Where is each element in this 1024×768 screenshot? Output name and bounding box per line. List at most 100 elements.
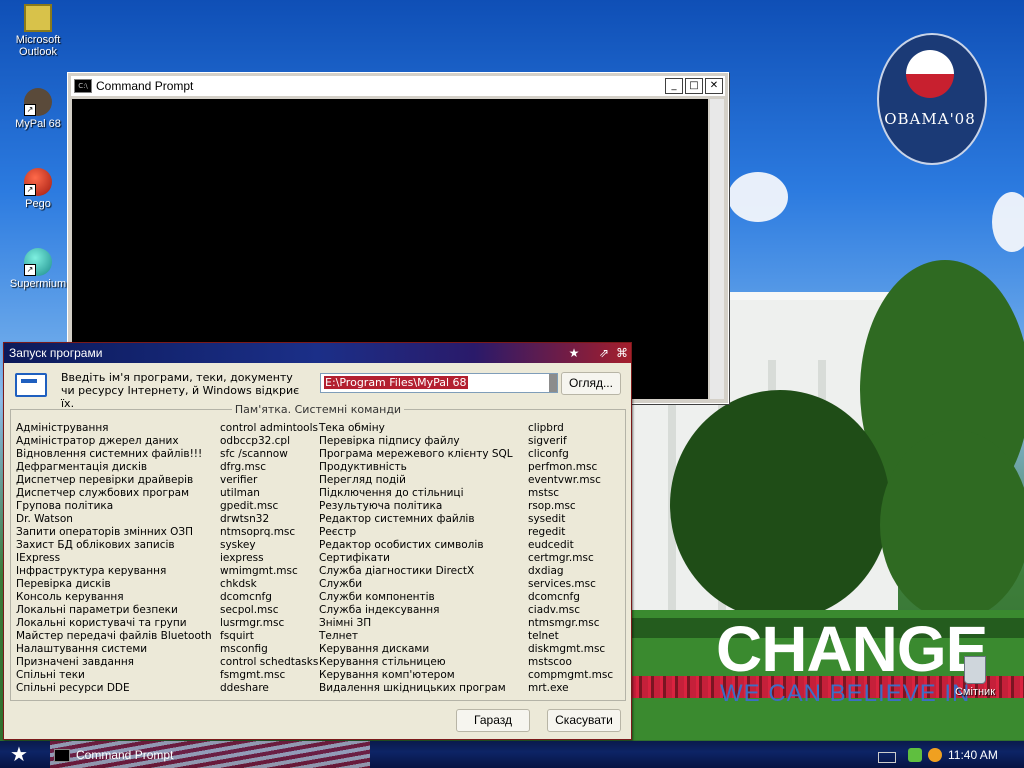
memo-item-command: iexpress — [220, 552, 264, 564]
memo-item-command: cliconfg — [528, 448, 569, 460]
memo-item-command: sysedit — [528, 513, 566, 525]
memo-item-command: certmgr.msc — [528, 552, 594, 564]
dropdown-handle[interactable] — [549, 374, 557, 392]
maximize-button[interactable]: □ — [685, 78, 703, 94]
keyboard-icon[interactable] — [878, 752, 896, 763]
memo-item-name: Служби — [319, 578, 363, 590]
memo-item-name: Результуюча політика — [319, 500, 443, 512]
memo-item-name: Перевірка дисків — [16, 578, 111, 590]
memo-item-name: Майстер передачі файлів Bluetooth — [16, 630, 212, 642]
memo-item-command: sigverif — [528, 435, 567, 447]
memo-item-command: diskmgmt.msc — [528, 643, 606, 655]
memo-item-name: Консоль керування — [16, 591, 124, 603]
memo-item-name: Спільні ресурси DDE — [16, 682, 130, 694]
cmd-titlebar[interactable]: C:\ Command Prompt _ □ ✕ — [71, 76, 725, 96]
desktop-icon-pego[interactable]: ↗ Pego — [3, 168, 73, 210]
cmd-scrollbar[interactable] — [710, 99, 724, 399]
memo-item-name: Dr. Watson — [16, 513, 73, 525]
minimize-button[interactable]: _ — [665, 78, 683, 94]
desktop-icon-mypal[interactable]: ↗ MyPal 68 — [3, 88, 73, 130]
browse-button[interactable]: Огляд... — [561, 372, 621, 395]
search-icon[interactable] — [928, 748, 942, 762]
tree — [880, 430, 1024, 620]
taskbar-item-command-prompt[interactable]: Command Prompt — [50, 745, 300, 765]
memo-item-name: Редактор особистих символів — [319, 539, 484, 551]
memo-item-command: eudcedit — [528, 539, 574, 551]
desktop-icon-label: Microsoft Outlook — [15, 34, 61, 58]
column-names-1: Адміністрування Адміністратор джерел дани… — [16, 422, 212, 695]
run-title: Запуск програми — [9, 346, 103, 360]
memo-item-name: Програма мережевого клієнту SQL — [319, 448, 513, 460]
memo-item-name: Видалення шкідницьких програм — [319, 682, 506, 694]
memo-item-name: Служба індексування — [319, 604, 440, 616]
memo-item-name: Локальні користувачі та групи — [16, 617, 187, 629]
memo-item-command: ntmsoprq.msc — [220, 526, 296, 538]
mypal-icon: ↗ — [24, 88, 52, 116]
memo-item-command: dcomcnfg — [528, 591, 580, 603]
memo-item-command: compmgmt.msc — [528, 669, 614, 681]
pin-icon[interactable]: ⇗ — [595, 346, 613, 360]
memo-item-command: mrt.exe — [528, 682, 569, 694]
memo-item-command: utilman — [220, 487, 260, 499]
memo-item-name: Служби компонентів — [319, 591, 435, 603]
memo-item-command: control schedtasks — [220, 656, 319, 668]
run-command-input[interactable]: E:\Program Files\MyPal 68 — [320, 373, 558, 393]
column-commands-2: clipbrd sigverif cliconfg perfmon.msc eventv… — [528, 422, 613, 695]
memo-item-name: Диспетчер перевірки драйверів — [16, 474, 194, 486]
memo-item-name: IExpress — [16, 552, 61, 564]
cloud — [992, 192, 1024, 252]
memo-item-name: Спільні теки — [16, 669, 85, 681]
memo-item-command: ciadv.msc — [528, 604, 580, 616]
taskbar-item-label: Command Prompt — [76, 748, 174, 762]
desktop-icon-label: Смітник — [954, 686, 996, 698]
memo-item-name: Керування комп'ютером — [319, 669, 455, 681]
memo-item-command: clipbrd — [528, 422, 564, 434]
desktop-icon-supermium[interactable]: ↗ Supermium — [3, 248, 73, 290]
memo-item-command: dfrg.msc — [220, 461, 266, 473]
memo-item-command: fsmgmt.msc — [220, 669, 286, 681]
memo-item-name: Призначені завдання — [16, 656, 134, 668]
memo-item-name: Інфраструктура керування — [16, 565, 167, 577]
column-commands-1: control admintools odbccp32.cpl sfc /scann… — [220, 422, 318, 695]
memo-item-command: wmimgmt.msc — [220, 565, 298, 577]
shortcut-arrow-icon: ↗ — [24, 184, 36, 196]
memo-item-name: Диспетчер службових програм — [16, 487, 190, 499]
desktop-icon-outlook[interactable]: Microsoft Outlook — [3, 4, 73, 58]
memo-item-name: Локальні параметри безпеки — [16, 604, 178, 616]
run-dialog[interactable]: Запуск програми ★ ⇗ ⌘ Введіть ім'я прогр… — [3, 342, 632, 740]
start-button[interactable]: ★ — [6, 743, 32, 765]
desktop-icon-label: MyPal 68 — [15, 118, 61, 130]
run-icon — [15, 373, 47, 397]
memo-item-command: telnet — [528, 630, 559, 642]
memo-item-command: ntmsmgr.msc — [528, 617, 600, 629]
memo-item-name: Знімні ЗП — [319, 617, 372, 629]
memo-item-command: verifier — [220, 474, 258, 486]
shortcut-arrow-icon: ↗ — [24, 104, 36, 116]
memo-item-name: Перевірка підпису файлу — [319, 435, 460, 447]
cmd-icon: C:\ — [74, 79, 92, 93]
close-icon[interactable]: ⌘ — [613, 346, 631, 360]
change-tagline: WE CAN BELIEVE IN — [720, 680, 971, 707]
memo-item-command: odbccp32.cpl — [220, 435, 291, 447]
network-icon[interactable] — [908, 748, 922, 762]
pego-icon: ↗ — [24, 168, 52, 196]
desktop-icon-recycle-bin[interactable]: Смітник — [940, 656, 1010, 698]
run-titlebar[interactable]: Запуск програми ★ ⇗ ⌘ — [4, 343, 631, 363]
memo-item-command: dxdiag — [528, 565, 564, 577]
memo-item-command: syskey — [220, 539, 256, 551]
memo-item-name: Продуктивність — [319, 461, 407, 473]
memo-item-command: ddeshare — [220, 682, 269, 694]
memo-item-command: lusrmgr.msc — [220, 617, 285, 629]
memo-item-command: mstscoo — [528, 656, 572, 668]
cmd-icon — [54, 748, 70, 762]
memo-item-command: secpol.msc — [220, 604, 279, 616]
memo-item-name: Дефрагментація дисків — [16, 461, 148, 473]
memo-item-name: Керування дисками — [319, 643, 430, 655]
cancel-button[interactable]: Скасувати — [547, 709, 621, 732]
ok-button[interactable]: Гаразд — [456, 709, 530, 732]
clock[interactable]: 11:40 AM — [948, 748, 998, 762]
memo-item-command: msconfig — [220, 643, 268, 655]
memo-item-name: Адміністрування — [16, 422, 109, 434]
memo-item-command: regedit — [528, 526, 566, 538]
close-button[interactable]: ✕ — [705, 78, 723, 94]
